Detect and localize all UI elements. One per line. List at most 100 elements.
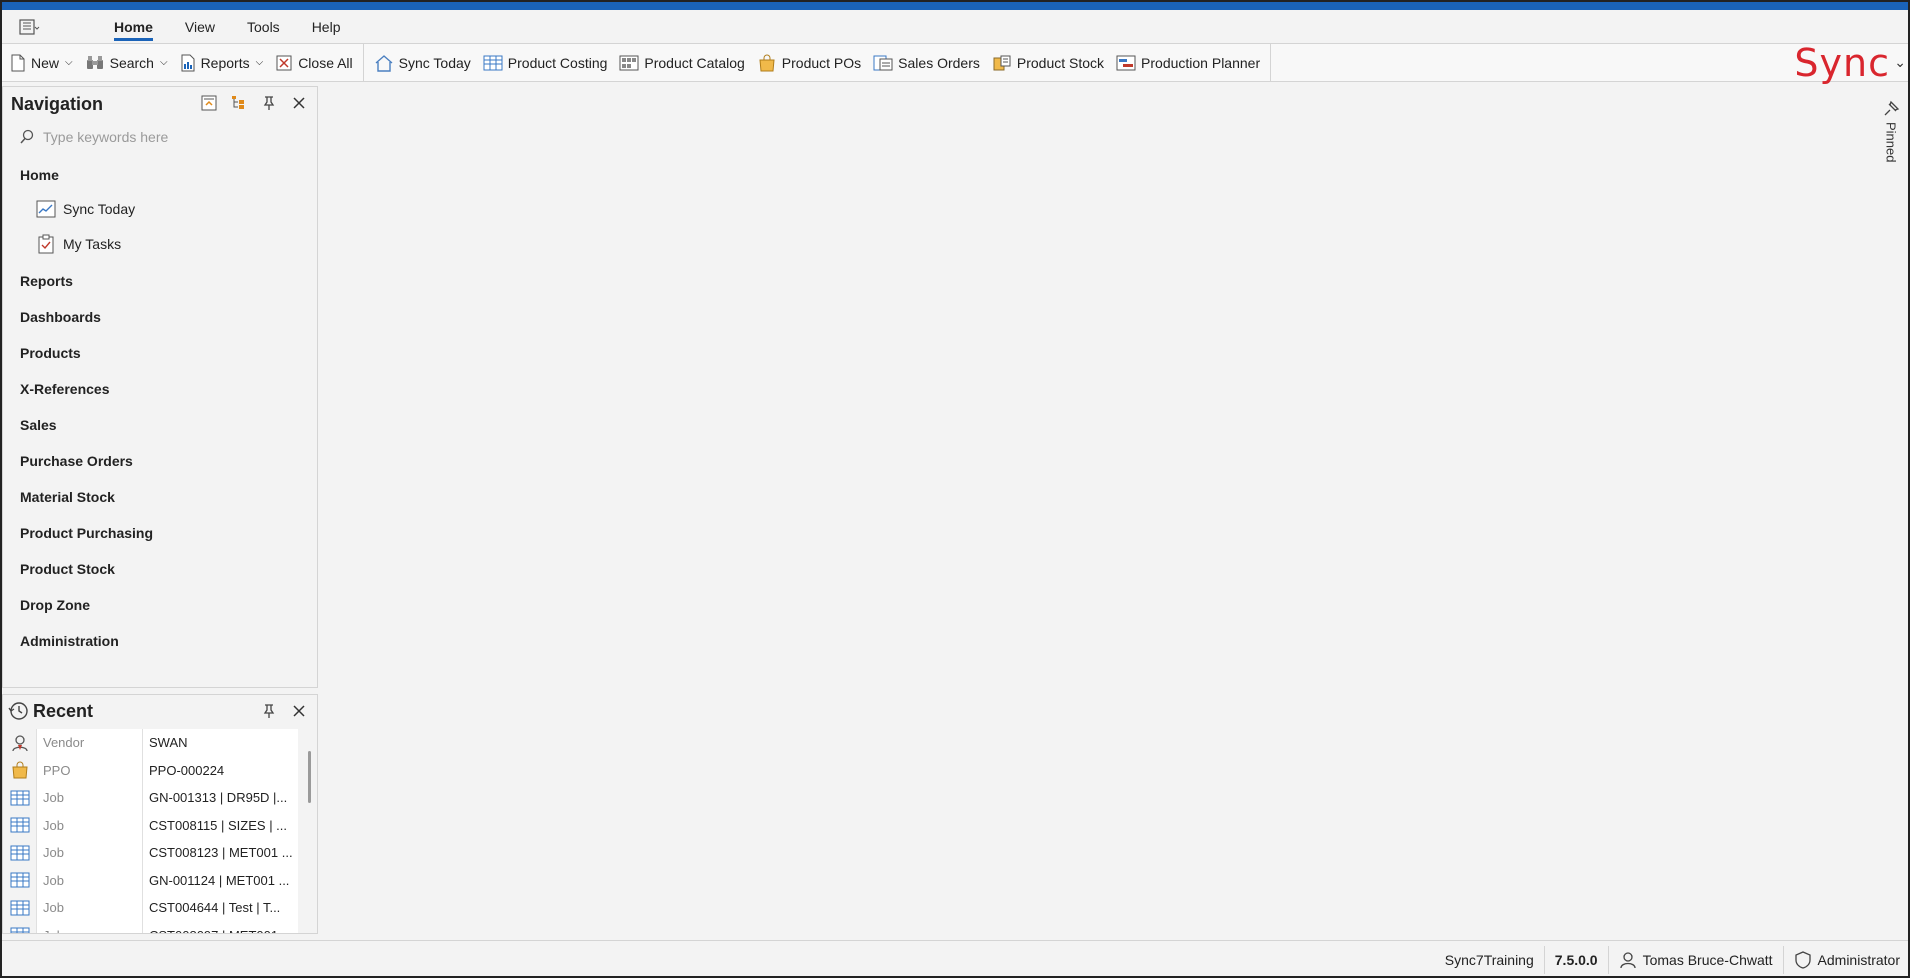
grid-icon (3, 839, 37, 867)
tree-view-icon[interactable] (229, 93, 249, 113)
nav-item-label: Sync Today (63, 200, 136, 217)
tab-home[interactable]: Home (98, 10, 169, 44)
list-item[interactable]: Job CST008097 | MET001 ... (3, 921, 298, 933)
toolbar-actions: New ⌵ Search ⌵ Reports ⌵ Close All (0, 43, 364, 82)
pinned-side-tab[interactable]: Pinned (1878, 100, 1904, 180)
product-stock-shortcut[interactable]: Product Stock (986, 48, 1110, 78)
navigation-title: Navigation (11, 93, 104, 114)
grid-icon (3, 921, 37, 933)
recent-list: Vendor SWAN PPO PPO-000224 Job GN-001313… (3, 729, 298, 933)
close-all-icon (276, 55, 292, 70)
recent-type: Job (37, 811, 143, 839)
close-all-button[interactable]: Close All (269, 48, 358, 78)
recent-scrollbar[interactable] (308, 751, 311, 803)
nav-item-my-tasks[interactable]: My Tasks (3, 226, 317, 261)
sales-orders-label: Sales Orders (898, 54, 980, 71)
product-stock-label: Product Stock (1016, 54, 1105, 71)
collapse-all-icon[interactable] (199, 93, 219, 113)
sync-today-shortcut[interactable]: Sync Today (368, 48, 477, 78)
nav-group-purchase-orders[interactable]: Purchase Orders (3, 443, 317, 479)
grid-icon (483, 55, 503, 70)
chevron-down-icon: ⌵ (65, 57, 73, 68)
grid-icon (3, 866, 37, 894)
recent-value: SWAN (149, 735, 188, 751)
list-item[interactable]: PPO PPO-000224 (3, 756, 298, 784)
recent-value: CST008115 | SIZES | ... (149, 817, 288, 833)
recent-type: Job (37, 839, 143, 867)
navigation-search-input[interactable] (43, 129, 303, 145)
pinned-label: Pinned (1883, 122, 1899, 163)
product-costing-shortcut[interactable]: Product Costing (477, 48, 614, 78)
nav-group-drop-zone[interactable]: Drop Zone (3, 587, 317, 623)
role-status[interactable]: Administrator (1782, 945, 1910, 974)
nav-group-products[interactable]: Products (3, 335, 317, 371)
recent-type: Job (37, 784, 143, 812)
recent-type: Job (37, 866, 143, 894)
production-planner-label: Production Planner (1141, 54, 1261, 71)
reports-button[interactable]: Reports ⌵ (174, 48, 270, 78)
recent-value: GN-001124 | MET001 ... (149, 872, 290, 888)
clipboard-icon (35, 233, 57, 255)
version-number: 7.5.0.0 (1554, 951, 1598, 968)
app-menu-button[interactable] (18, 12, 78, 42)
sales-orders-shortcut[interactable]: Sales Orders (867, 48, 986, 78)
search-label: Search (109, 54, 154, 71)
database-name: Sync7Training (1444, 951, 1534, 968)
search-button[interactable]: Search ⌵ (79, 48, 174, 78)
chevron-down-icon[interactable]: ⌄ (1894, 54, 1906, 71)
product-pos-shortcut[interactable]: Product POs (751, 48, 867, 78)
product-catalog-shortcut[interactable]: Product Catalog (613, 48, 750, 78)
user-status[interactable]: Tomas Bruce-Chwatt (1607, 945, 1783, 974)
production-planner-shortcut[interactable]: Production Planner (1110, 48, 1266, 78)
shield-icon (1794, 950, 1811, 969)
pin-icon (1884, 100, 1900, 116)
recent-value: GN-001313 | DR95D |... (149, 790, 288, 806)
chevron-down-icon: ⌵ (159, 57, 168, 68)
tab-tools[interactable]: Tools (231, 10, 296, 44)
list-item[interactable]: Job CST004644 | Test | T... (3, 894, 298, 922)
close-icon[interactable] (289, 701, 309, 721)
nav-group-x-references[interactable]: X-References (3, 371, 317, 407)
list-item[interactable]: Vendor SWAN (3, 729, 298, 757)
nav-group-sales[interactable]: Sales (3, 407, 317, 443)
list-item[interactable]: Job CST008123 | MET001 ... (3, 839, 298, 867)
vendor-icon (3, 729, 37, 757)
close-icon[interactable] (289, 93, 309, 113)
recent-panel: Recent Vendor SWAN PPO PPO-000224 Job GN… (2, 694, 318, 934)
nav-group-material-stock[interactable]: Material Stock (3, 479, 317, 515)
recent-value: CST008097 | MET001 ... (143, 922, 297, 933)
list-item[interactable]: Job CST008115 | SIZES | ... (3, 811, 298, 839)
recent-value: CST008123 | MET001 ... (149, 845, 293, 861)
list-item[interactable]: Job GN-001313 | DR95D |... (3, 784, 298, 812)
nav-group-product-purchasing[interactable]: Product Purchasing (3, 515, 317, 551)
nav-group-product-stock[interactable]: Product Stock (3, 551, 317, 587)
product-costing-label: Product Costing (507, 54, 608, 71)
pin-icon[interactable] (259, 701, 279, 721)
nav-group-administration[interactable]: Administration (3, 623, 317, 659)
navigation-header: Navigation (3, 87, 317, 121)
nav-group-home[interactable]: Home (3, 159, 317, 191)
tab-help[interactable]: Help (296, 10, 357, 44)
report-icon (181, 54, 195, 71)
grid-icon (3, 784, 37, 812)
new-document-icon (11, 54, 25, 71)
navigation-tools (199, 93, 309, 113)
nav-group-dashboards[interactable]: Dashboards (3, 299, 317, 335)
sales-orders-icon (873, 55, 893, 70)
grid-icon (3, 811, 37, 839)
new-button[interactable]: New ⌵ (4, 48, 79, 78)
user-icon (1619, 951, 1636, 968)
tab-view[interactable]: View (169, 10, 231, 44)
recent-type: Job (37, 921, 143, 933)
recent-header: Recent (3, 695, 317, 727)
list-item[interactable]: Job GN-001124 | MET001 ... (3, 866, 298, 894)
nav-item-sync-today[interactable]: Sync Today (3, 191, 317, 226)
recent-value: CST004644 | Test | T... (149, 900, 281, 916)
sync-today-label: Sync Today (398, 54, 471, 71)
nav-group-reports[interactable]: Reports (3, 263, 317, 299)
recent-type: Vendor (37, 729, 143, 757)
toolbar-shortcuts: Sync Today Product Costing Product Catal… (364, 43, 1272, 82)
pin-icon[interactable] (259, 93, 279, 113)
new-label: New (31, 54, 60, 71)
binoculars-icon (86, 55, 103, 69)
